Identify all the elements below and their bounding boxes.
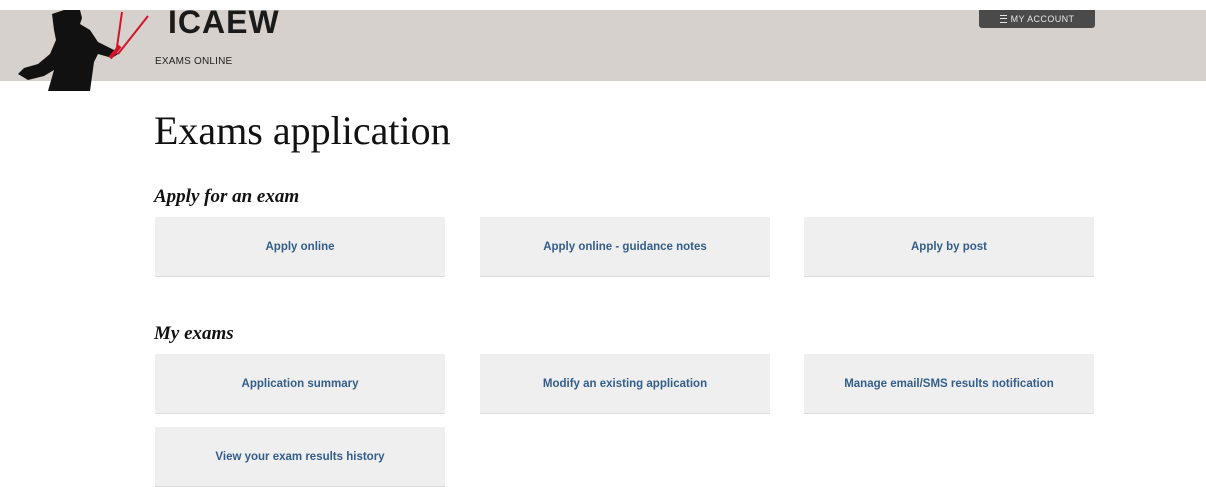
site-header: ICAEW EXAMS ONLINE MY ACCOUNT [0,4,1206,91]
my-account-button[interactable]: MY ACCOUNT [979,10,1095,28]
icaew-logo-figure[interactable] [14,10,154,91]
section-heading-apply: Apply for an exam [154,186,300,207]
apply-online-button[interactable]: Apply online [155,217,445,277]
brand-name[interactable]: ICAEW [168,4,280,40]
manage-notifications-button[interactable]: Manage email/SMS results notification [804,354,1094,414]
my-account-label: MY ACCOUNT [1010,14,1075,24]
section-heading-my-exams: My exams [154,323,234,344]
application-summary-button[interactable]: Application summary [155,354,445,414]
apply-by-post-button[interactable]: Apply by post [804,217,1094,277]
hamburger-menu-icon [999,15,1007,23]
page-title: Exams application [154,108,451,153]
results-history-button[interactable]: View your exam results history [155,427,445,487]
site-subtitle[interactable]: EXAMS ONLINE [155,56,232,67]
modify-application-button[interactable]: Modify an existing application [480,354,770,414]
guidance-notes-button[interactable]: Apply online - guidance notes [480,217,770,277]
